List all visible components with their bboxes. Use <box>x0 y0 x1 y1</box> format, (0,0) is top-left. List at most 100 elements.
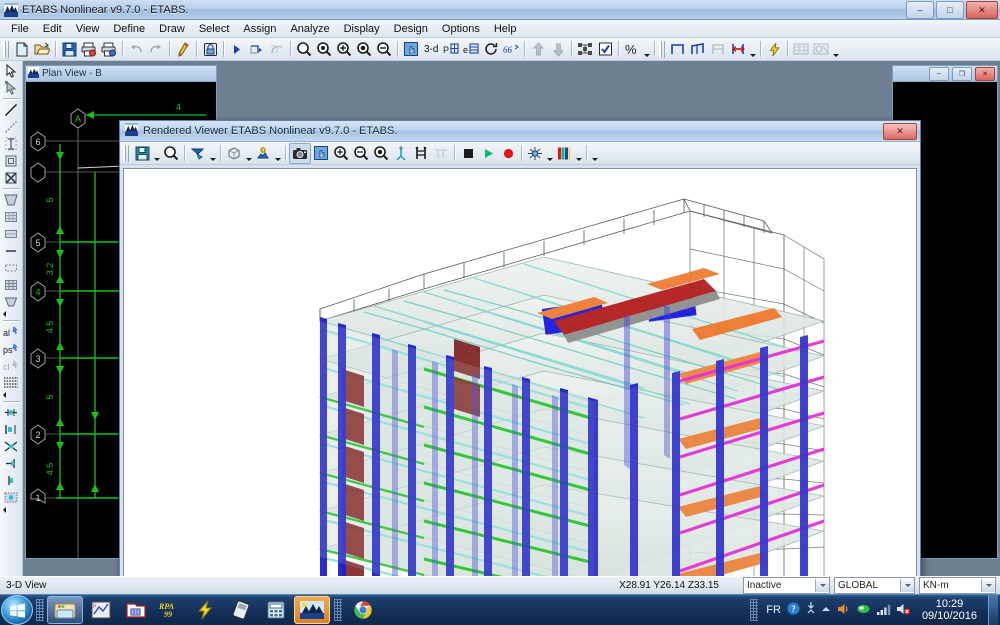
snap-line-icon[interactable] <box>2 472 20 489</box>
lightning-icon[interactable] <box>764 40 784 59</box>
walk-through-icon[interactable] <box>391 144 411 163</box>
draw-rectangular-area-icon[interactable] <box>2 152 20 169</box>
print-tables-icon[interactable] <box>99 40 119 59</box>
menu-help[interactable]: Help <box>487 22 524 36</box>
signal-bars-icon[interactable] <box>876 602 891 619</box>
taskbar-excel[interactable]: fx <box>84 597 118 623</box>
status-combo-active-mode[interactable]: Inactive <box>743 577 830 594</box>
stop-animation-icon[interactable] <box>458 144 478 163</box>
table-display-icon[interactable] <box>791 40 811 59</box>
print-graphics-icon[interactable] <box>79 40 99 59</box>
secondary-close-button[interactable]: ✕ <box>975 66 995 81</box>
object-fill-icon[interactable] <box>575 40 595 59</box>
move-down-icon[interactable] <box>548 40 568 59</box>
draw-mesh-icon[interactable] <box>2 276 20 293</box>
toolbar-grip[interactable] <box>3 40 9 58</box>
start-button[interactable] <box>1 595 33 625</box>
pan-icon[interactable] <box>401 40 421 59</box>
shading-mode-icon[interactable] <box>224 144 244 163</box>
shading-mode-dropdown-arrow[interactable] <box>244 142 253 165</box>
open-file-icon[interactable] <box>32 40 52 59</box>
secondary-restore-button[interactable]: ❐ <box>952 66 972 81</box>
show-hidden-icon[interactable] <box>806 601 816 619</box>
draw-developed-elevation-icon[interactable] <box>2 225 20 242</box>
help-circle-icon[interactable]: ? <box>786 601 801 619</box>
lock-icon[interactable] <box>200 40 220 59</box>
light-source-icon[interactable] <box>188 144 208 163</box>
chevron-up-icon[interactable] <box>821 604 831 617</box>
color-palette-dropdown-arrow[interactable] <box>574 142 583 165</box>
taskbar-explorer[interactable] <box>47 596 83 624</box>
taskbar-autocad[interactable] <box>119 597 153 623</box>
run-static-icon[interactable] <box>247 40 267 59</box>
move-light-dropdown-arrow[interactable] <box>273 142 282 165</box>
select-previous-icon[interactable]: ps <box>2 340 20 357</box>
reshape-icon[interactable] <box>2 79 20 96</box>
menu-draw[interactable]: Draw <box>152 22 192 36</box>
design-dropdown-arrow[interactable] <box>831 38 840 61</box>
show-desktop-button[interactable] <box>988 595 998 625</box>
menu-define[interactable]: Define <box>106 22 152 36</box>
camera-snapshot-icon[interactable] <box>289 142 311 164</box>
color-palette-icon[interactable] <box>554 144 574 163</box>
moment-diagram-icon[interactable] <box>708 40 728 59</box>
language-indicator[interactable]: FR <box>766 604 781 616</box>
rendered-viewer-close-button[interactable]: ✕ <box>883 123 917 140</box>
draw-floor-icon[interactable] <box>2 208 20 225</box>
edit-pencil-icon[interactable] <box>173 40 193 59</box>
taskbar-grip-2[interactable] <box>334 599 342 621</box>
side-toolbar-overflow-2[interactable] <box>2 391 20 399</box>
light-source-dropdown-arrow[interactable] <box>208 142 217 165</box>
zoom-render-icon[interactable] <box>161 144 181 163</box>
zoom-out-render-icon[interactable] <box>351 144 371 163</box>
taskbar-calculator[interactable] <box>259 597 293 623</box>
chevron-down-icon[interactable] <box>900 579 914 592</box>
taskbar-clock[interactable]: 10:29 09/10/2016 <box>916 598 983 622</box>
new-file-icon[interactable] <box>12 40 32 59</box>
move-light-icon[interactable] <box>253 144 273 163</box>
draw-quad-area-icon[interactable] <box>2 169 20 186</box>
zoom-minus-icon[interactable] <box>374 40 394 59</box>
percent-dropdown-arrow[interactable] <box>642 38 651 61</box>
snap-intersection-icon[interactable] <box>2 438 20 455</box>
menu-display[interactable]: Display <box>337 22 387 36</box>
menu-design[interactable]: Design <box>387 22 435 36</box>
menu-view[interactable]: View <box>69 22 107 36</box>
plan-view-icon[interactable]: P <box>441 40 461 59</box>
secondary-view-title-bar[interactable]: – ❐ ✕ <box>893 66 997 82</box>
percent-icon[interactable]: % <box>622 40 642 59</box>
side-toolbar-overflow-1[interactable] <box>2 310 20 318</box>
redo-icon[interactable] <box>146 40 166 59</box>
close-button[interactable]: ✕ <box>966 1 998 19</box>
taskbar-chrome[interactable] <box>346 597 380 623</box>
draw-column-icon[interactable] <box>2 135 20 152</box>
run-analysis-icon[interactable] <box>227 40 247 59</box>
save-render-icon[interactable] <box>132 144 152 163</box>
save-icon[interactable] <box>59 40 79 59</box>
taskbar-rpa99[interactable]: RPA 99 <box>154 597 188 623</box>
check-options-icon[interactable] <box>595 40 615 59</box>
rotate-view-icon[interactable] <box>481 40 501 59</box>
move-up-icon[interactable] <box>528 40 548 59</box>
minimize-button[interactable]: – <box>906 1 934 19</box>
section-cut-icon[interactable] <box>431 144 451 163</box>
volume-icon[interactable] <box>836 602 851 619</box>
taskbar-phone[interactable] <box>224 597 258 623</box>
draw-poly-icon[interactable] <box>2 293 20 310</box>
side-toolbar-overflow-3[interactable] <box>2 506 20 514</box>
elevation-view-icon[interactable]: e <box>461 40 481 59</box>
zoom-plus-icon[interactable] <box>354 40 374 59</box>
select-intersecting-icon[interactable] <box>2 374 20 391</box>
design-overwrite-icon[interactable] <box>811 40 831 59</box>
zoom-previous-icon[interactable] <box>314 40 334 59</box>
set-view-angle-icon[interactable]: 66 <box>501 40 521 59</box>
member-force-icon[interactable] <box>668 40 688 59</box>
axes-dropdown-arrow[interactable] <box>545 142 554 165</box>
rendered-viewer-title-bar[interactable]: Rendered Viewer ETABS Nonlinear v9.7.0 -… <box>120 121 920 142</box>
undo-icon[interactable] <box>126 40 146 59</box>
snap-midpoint-icon[interactable] <box>2 421 20 438</box>
select-all-icon[interactable]: al <box>2 323 20 340</box>
draw-secondary-beam-icon[interactable] <box>2 118 20 135</box>
menu-edit[interactable]: Edit <box>36 22 69 36</box>
save-render-dropdown-arrow[interactable] <box>152 142 161 165</box>
